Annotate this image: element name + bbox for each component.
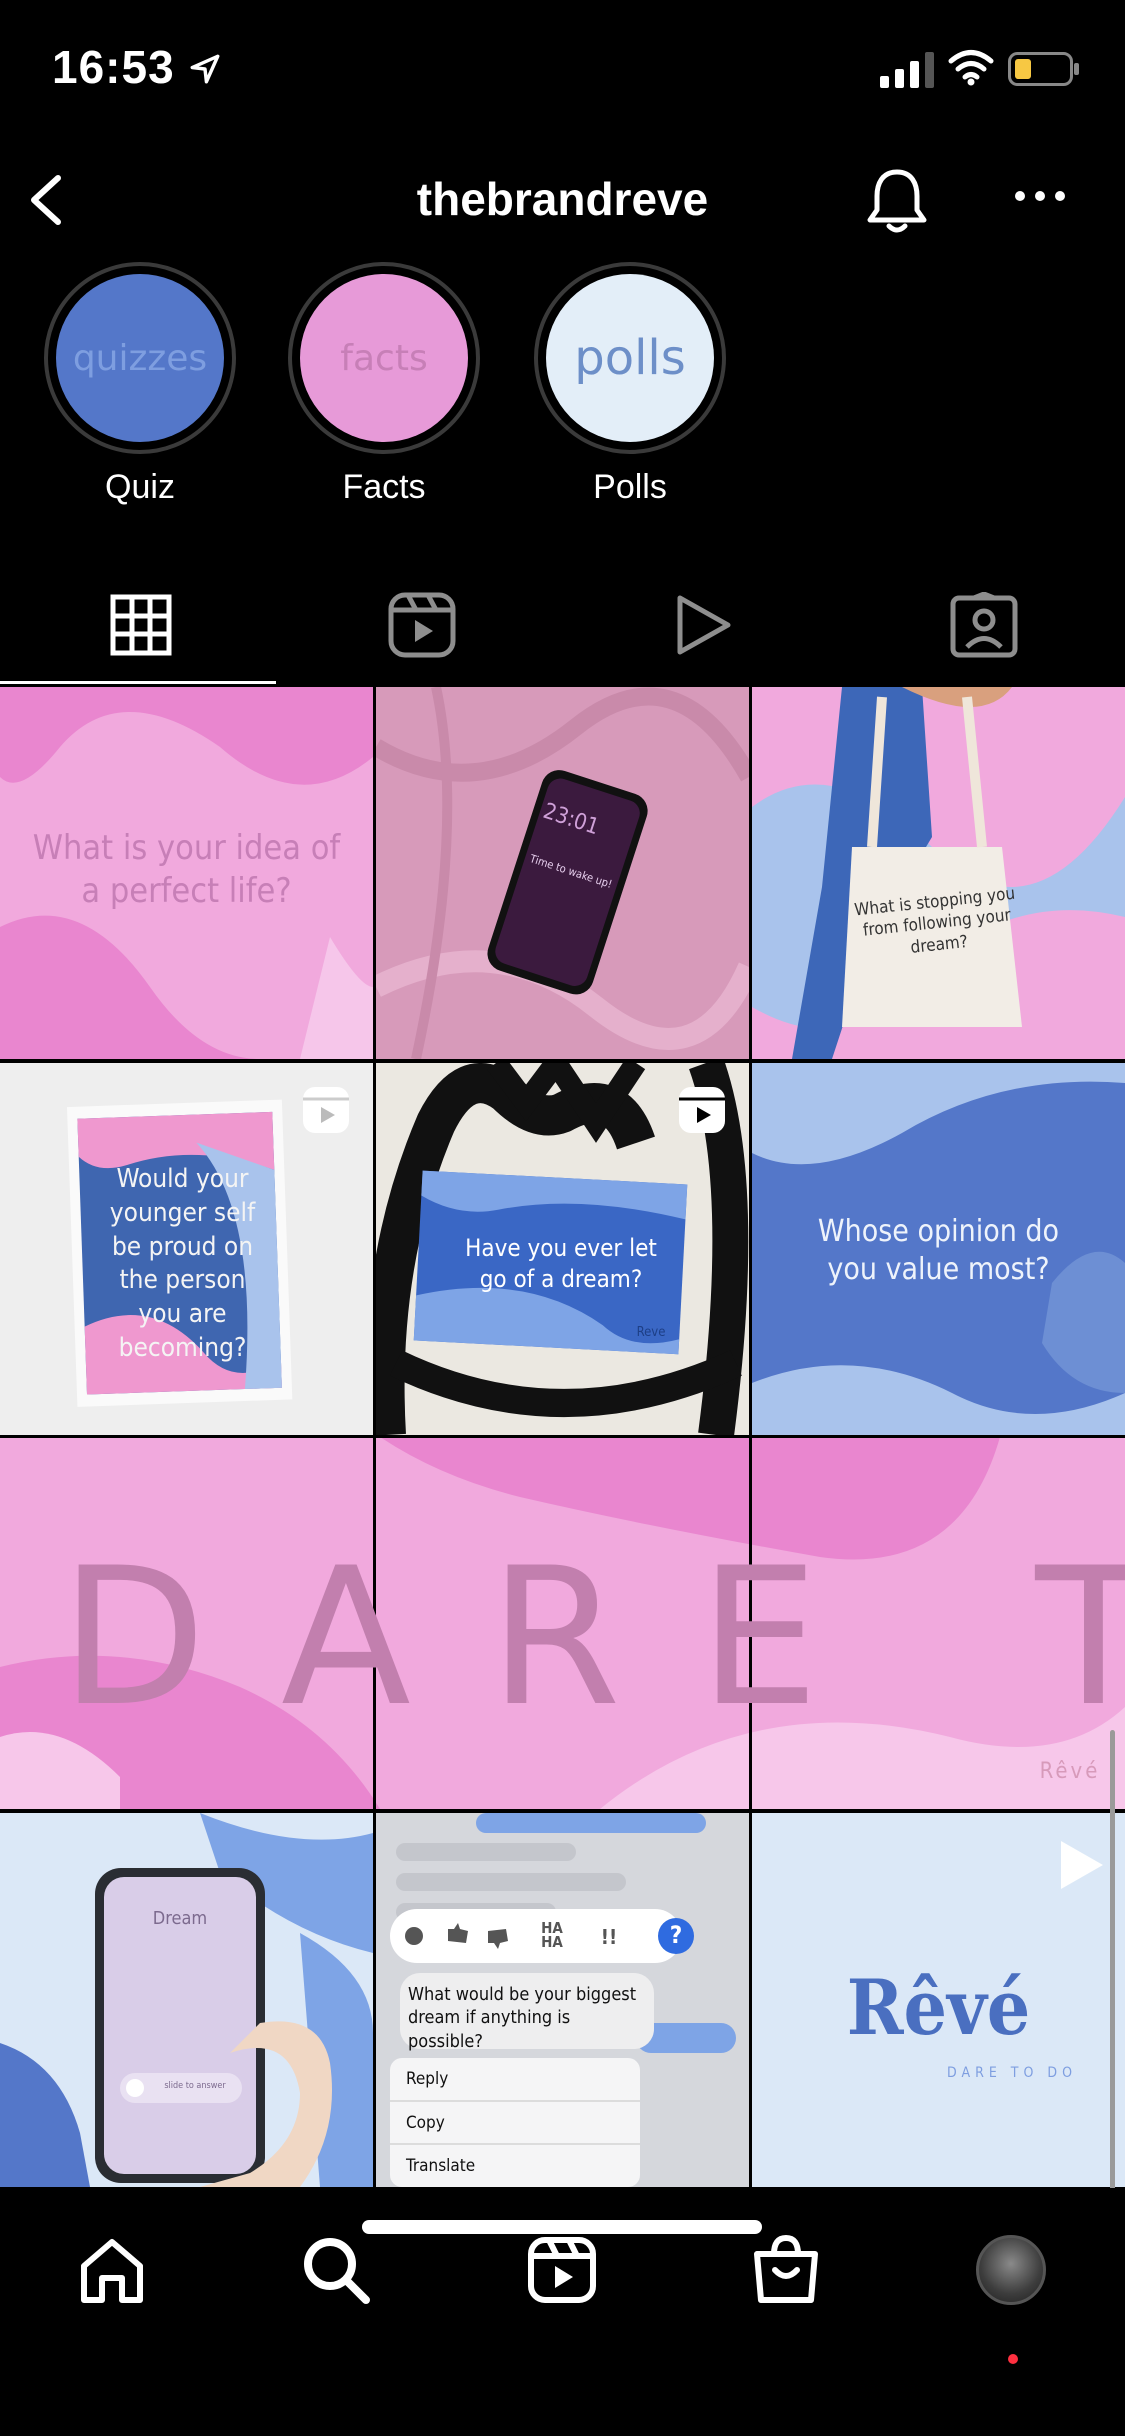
tab-reels[interactable] <box>281 566 562 684</box>
post-caption: Have you ever let go of a dream? <box>465 1234 657 1294</box>
highlight-ring: quizzes <box>44 262 236 454</box>
post-tile[interactable]: 23:01 Time to wake up! <box>376 687 749 1059</box>
highlight-cover: quizzes <box>56 274 224 442</box>
post-tile[interactable]: Would your younger self be proud on the … <box>0 1063 373 1435</box>
nav-search[interactable] <box>286 2220 386 2320</box>
post-tile[interactable]: Dream slide to answer <box>0 1813 373 2187</box>
menu-translate: Translate <box>406 2156 476 2176</box>
nav-home[interactable] <box>62 2220 162 2320</box>
post-tile[interactable]: What is stopping you from following your… <box>752 687 1125 1059</box>
home-icon <box>81 2239 143 2303</box>
highlight-label: Quiz <box>105 468 175 506</box>
more-options-icon[interactable] <box>1010 176 1070 216</box>
reaction-haha: HA HA <box>541 1919 563 1952</box>
highlight-cover: facts <box>300 274 468 442</box>
post-tile[interactable]: HA HA !! ? What would be your biggest dr… <box>376 1813 749 2187</box>
highlight-ring: facts <box>288 262 480 454</box>
battery-icon <box>1008 52 1079 86</box>
reaction-exclaim: !! <box>600 1925 618 1949</box>
profile-username: thebrandreve <box>416 173 709 225</box>
profile-header: thebrandreve <box>0 150 1125 250</box>
tagged-person-icon <box>950 592 1017 658</box>
post-brand: Rêvé <box>846 1963 1031 2052</box>
nav-shop[interactable] <box>736 2220 836 2320</box>
shopping-bag-icon <box>754 2234 818 2303</box>
highlight-polls[interactable]: polls Polls <box>530 262 730 507</box>
post-tile[interactable] <box>376 1437 749 1809</box>
post-tile[interactable]: What is your idea of a perfect life? <box>0 687 373 1059</box>
status-bar: 16:53 <box>0 0 1125 140</box>
highlight-label: Facts <box>342 468 426 506</box>
profile-tabs <box>0 566 1125 684</box>
post-tagline: DARE TO DO <box>947 2065 1077 2081</box>
highlight-cover: polls <box>546 274 714 442</box>
home-indicator[interactable] <box>362 2220 762 2234</box>
video-play-icon <box>1061 1841 1103 1889</box>
cellular-signal-icon <box>880 52 934 88</box>
post-tile[interactable]: Whose opinion do you value most? <box>752 1063 1125 1435</box>
reel-badge-icon <box>679 1087 725 1133</box>
search-icon <box>304 2238 370 2304</box>
grid-gutter <box>0 1059 1125 1063</box>
post-panorama: DARE TO DO Rêvé <box>0 1437 1125 1809</box>
avatar <box>976 2235 1046 2305</box>
menu-reply: Reply <box>406 2069 449 2089</box>
posts-grid: What is your idea of a perfect life? 23:… <box>0 687 1125 2187</box>
tab-tagged[interactable] <box>843 566 1124 684</box>
notification-dot <box>1008 2354 1018 2364</box>
highlight-label: Polls <box>593 468 667 506</box>
reel-badge-icon <box>303 1087 349 1133</box>
tab-videos[interactable] <box>562 566 843 684</box>
grid-gutter <box>0 1435 1125 1438</box>
post-caption: Would your younger self be proud on the … <box>109 1164 256 1363</box>
highlight-facts[interactable]: facts Facts <box>284 262 484 507</box>
grid-gutter <box>373 1809 376 2187</box>
menu-copy: Copy <box>406 2113 445 2133</box>
active-tab-underline <box>0 681 276 684</box>
post-tile[interactable]: Rêvé DARE TO DO <box>752 1813 1125 2187</box>
highlight-quiz[interactable]: quizzes Quiz <box>40 262 240 507</box>
post-tile[interactable]: Have you ever let go of a dream? Reve <box>376 1063 749 1435</box>
scroll-indicator[interactable] <box>1110 1730 1115 2200</box>
post-caption: Whose opinion do you value most? <box>817 1214 1060 1287</box>
caller-name: Dream <box>152 1908 208 1929</box>
grid-gutter <box>0 1809 1125 1813</box>
status-time: 16:53 <box>52 41 175 93</box>
post-brand: Reve <box>636 1325 666 1340</box>
grid-icon <box>110 594 171 656</box>
play-icon <box>677 595 730 655</box>
post-tile[interactable] <box>0 1437 373 1809</box>
wifi-icon <box>948 50 994 86</box>
post-caption: What is your idea of a perfect life? <box>32 828 341 911</box>
reaction-question: ? <box>669 1921 683 1949</box>
post-tile[interactable] <box>752 1437 1125 1809</box>
story-highlights: quizzes Quiz facts Facts polls Polls <box>0 262 1125 512</box>
message-bubble: What would be your biggest dream if anyt… <box>408 1984 637 2052</box>
reels-icon <box>528 2237 596 2303</box>
tab-posts-grid[interactable] <box>0 566 281 684</box>
nav-profile[interactable] <box>961 2220 1061 2320</box>
grid-gutter <box>749 1809 752 2187</box>
highlight-ring: polls <box>534 262 726 454</box>
notification-bell-icon[interactable] <box>862 164 932 238</box>
nav-reels[interactable] <box>512 2220 612 2320</box>
reels-icon <box>388 592 455 658</box>
slide-to-answer: slide to answer <box>164 2081 226 2091</box>
location-arrow-icon <box>190 54 220 84</box>
